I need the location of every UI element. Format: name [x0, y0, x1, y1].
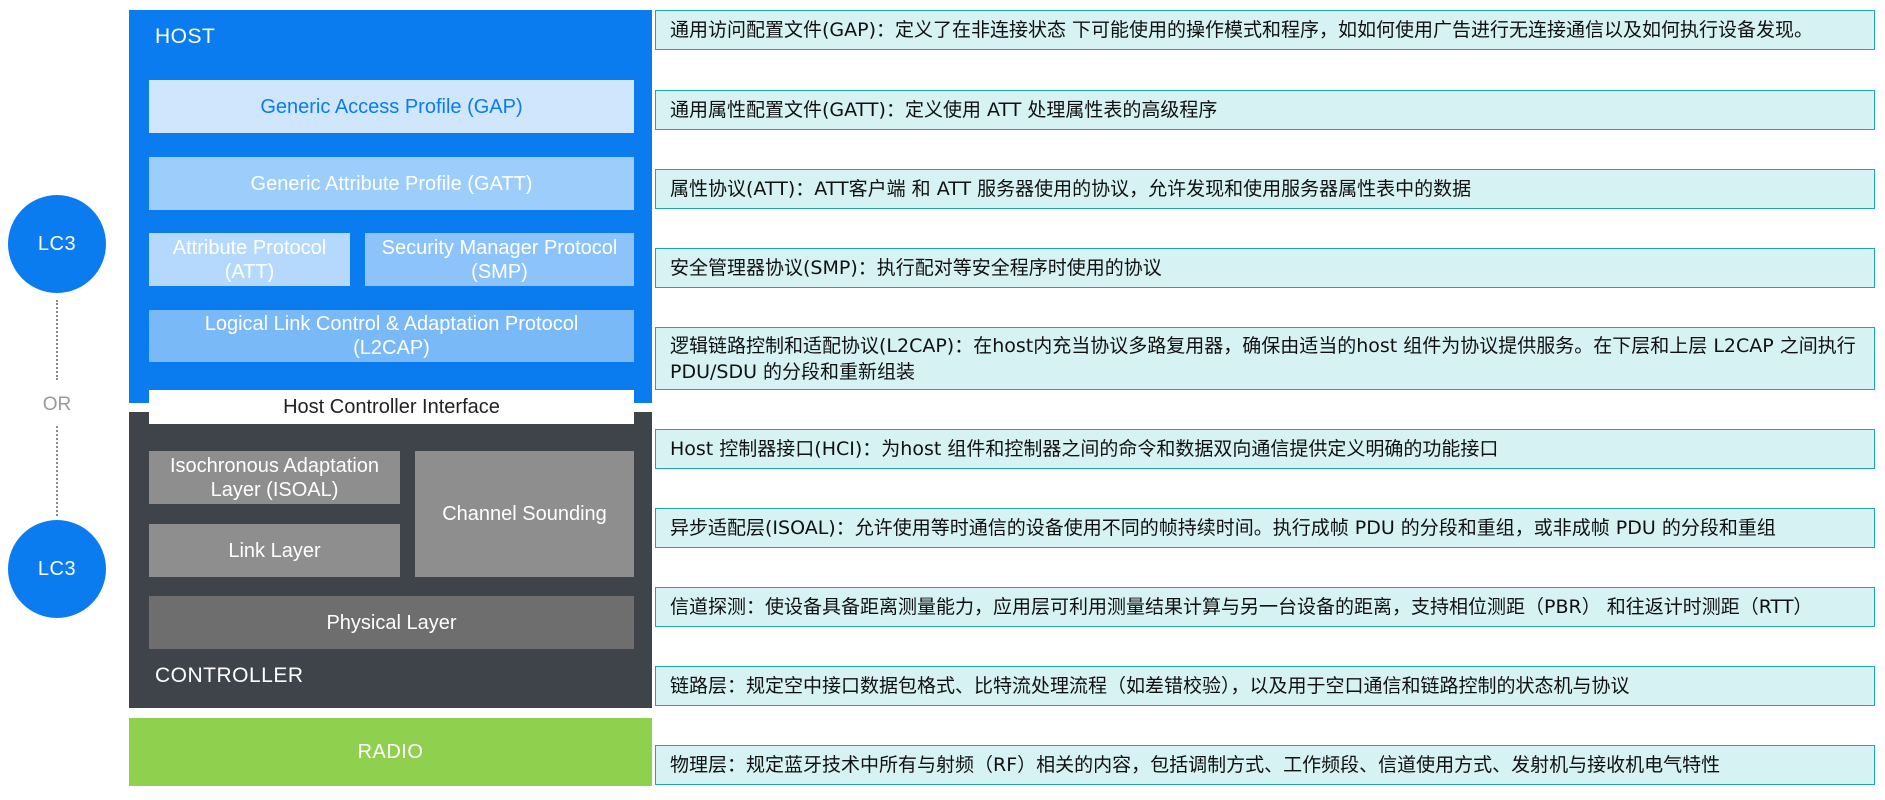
desc-smp: 安全管理器协议(SMP)：执行配对等安全程序时使用的协议: [655, 248, 1875, 288]
lc3-top-circle: LC3: [8, 195, 106, 293]
desc-gatt: 通用属性配置文件(GATT)：定义使用 ATT 处理属性表的高级程序: [655, 90, 1875, 130]
desc-isoal: 异步适配层(ISOAL)：允许使用等时通信的设备使用不同的帧持续时间。执行成帧 …: [655, 508, 1875, 548]
smp-layer: Security Manager Protocol (SMP): [365, 233, 634, 286]
desc-gap: 通用访问配置文件(GAP)：定义了在非连接状态 下可能使用的操作模式和程序，如如…: [655, 10, 1875, 50]
controller-label: CONTROLLER: [155, 664, 304, 687]
desc-physical-layer: 物理层：规定蓝牙技术中所有与射频（RF）相关的内容，包括调制方式、工作频段、信道…: [655, 745, 1875, 785]
radio-block: RADIO: [129, 718, 652, 786]
channel-sounding-layer: Channel Sounding: [415, 451, 634, 577]
radio-label: RADIO: [357, 741, 424, 763]
lc3-bottom-circle: LC3: [8, 520, 106, 618]
l2cap-layer: Logical Link Control & Adaptation Protoc…: [149, 310, 634, 362]
host-label: HOST: [155, 25, 216, 48]
att-layer: Attribute Protocol (ATT): [149, 233, 350, 286]
desc-link-layer: 链路层：规定空中接口数据包格式、比特流处理流程（如差错校验），以及用于空口通信和…: [655, 666, 1875, 706]
lc3-top-label: LC3: [37, 232, 77, 255]
desc-channel-sounding: 信道探测：使设备具备距离测量能力，应用层可利用测量结果计算与另一台设备的距离，支…: [655, 587, 1875, 627]
dotted-connector-bottom: [56, 426, 58, 516]
desc-att: 属性协议(ATT)：ATT客户端 和 ATT 服务器使用的协议，允许发现和使用服…: [655, 169, 1875, 209]
hci-layer: Host Controller Interface: [149, 390, 634, 424]
gap-layer: Generic Access Profile (GAP): [149, 80, 634, 133]
physical-layer: Physical Layer: [149, 596, 634, 649]
lc3-bottom-label: LC3: [37, 557, 77, 580]
link-layer: Link Layer: [149, 524, 400, 577]
desc-hci: Host 控制器接口(HCI)：为host 组件和控制器之间的命令和数据双向通信…: [655, 429, 1875, 469]
desc-l2cap: 逻辑链路控制和适配协议(L2CAP)：在host内充当协议多路复用器，确保由适当…: [655, 327, 1875, 390]
dotted-connector-top: [56, 300, 58, 380]
gatt-layer: Generic Attribute Profile (GATT): [149, 157, 634, 210]
or-label: OR: [42, 394, 72, 415]
isoal-layer: Isochronous Adaptation Layer (ISOAL): [149, 451, 400, 504]
